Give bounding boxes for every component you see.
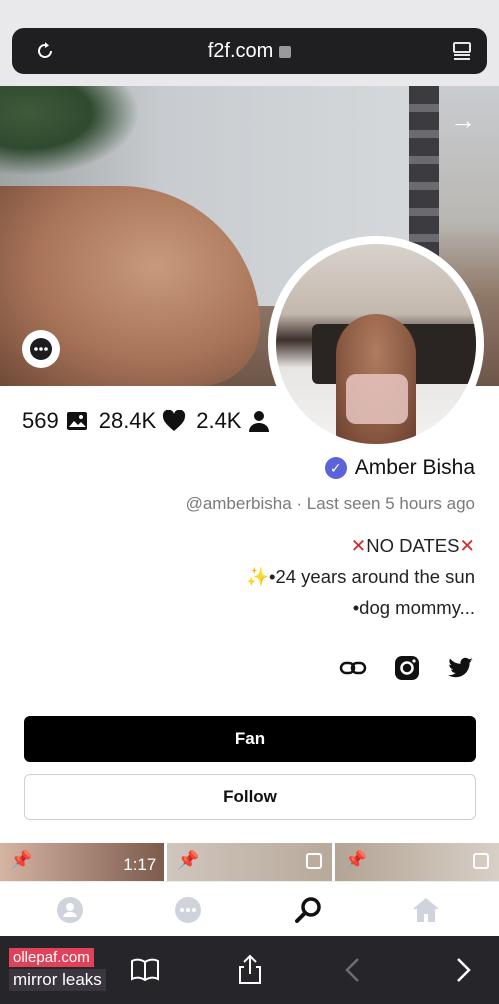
media-thumbnail[interactable]: 📌	[167, 843, 332, 881]
profile-bio: ✕NO DATES✕ ✨•24 years around the sun •do…	[246, 530, 475, 623]
chat-bubble-button[interactable]	[22, 330, 60, 368]
fan-button[interactable]: Fan	[24, 716, 476, 762]
instagram-icon[interactable]	[393, 654, 421, 682]
pin-icon: 📌	[344, 850, 368, 870]
likes-count-value: 28.4K	[98, 408, 157, 433]
bio-line-3: •dog mommy...	[352, 597, 475, 618]
bio-line-2: ✨•24 years around the sun	[245, 566, 475, 587]
likes-count[interactable]: 28.4K	[99, 408, 187, 434]
browser-top-bar: f2f.com	[0, 0, 499, 86]
pin-icon: 📌	[10, 850, 33, 870]
app-bottom-nav	[0, 881, 499, 936]
media-count[interactable]: 569	[22, 408, 89, 434]
media-count-value: 569	[22, 408, 59, 433]
profile-name-row: ✓ Amber Bisha	[324, 456, 475, 480]
verified-badge-icon: ✓	[324, 457, 347, 479]
media-thumbnail[interactable]: 📌 1:17	[0, 843, 165, 881]
profile-stats: 569 28.4K 2.4K	[22, 406, 271, 436]
pin-icon: 📌	[177, 850, 200, 870]
status-bar	[0, 0, 499, 8]
user-icon	[249, 411, 270, 432]
chat-icon	[30, 338, 52, 360]
social-links	[339, 654, 475, 682]
profile-handle: @amberbisha · Last seen 5 hours ago	[185, 494, 475, 513]
bookmarks-icon[interactable]	[129, 954, 161, 986]
multi-image-icon	[305, 853, 322, 869]
twitter-icon[interactable]	[447, 654, 475, 682]
link-icon[interactable]	[339, 654, 367, 682]
profile-name: Amber Bisha	[354, 456, 475, 479]
fans-count-value: 2.4K	[196, 408, 242, 433]
fans-count[interactable]: 2.4K	[196, 408, 271, 434]
media-grid: 📌 1:17 📌 📌	[0, 843, 499, 881]
share-arrow-icon[interactable]: →	[447, 106, 479, 134]
back-icon[interactable]	[338, 954, 370, 986]
share-icon[interactable]	[234, 954, 266, 986]
home-icon[interactable]	[411, 895, 441, 925]
search-icon[interactable]	[294, 895, 324, 925]
messages-icon[interactable]	[173, 895, 203, 925]
reader-icon[interactable]	[451, 40, 473, 62]
follow-button[interactable]: Follow	[24, 774, 476, 820]
multi-image-icon	[472, 853, 489, 869]
bio-line-1: ✕NO DATES✕	[350, 535, 475, 556]
watermark: ollepaf.com mirror leaks	[9, 948, 106, 991]
media-thumbnail[interactable]: 📌	[334, 843, 499, 881]
profile-nav-icon[interactable]	[55, 895, 85, 925]
video-duration: 1:17	[123, 855, 157, 874]
heart-icon	[163, 410, 186, 431]
address-bar[interactable]: f2f.com	[12, 28, 487, 74]
url-text: f2f.com	[12, 40, 487, 63]
forward-icon[interactable]	[446, 954, 478, 986]
lock-icon	[279, 46, 292, 58]
image-icon	[66, 412, 87, 430]
avatar[interactable]	[268, 236, 484, 452]
